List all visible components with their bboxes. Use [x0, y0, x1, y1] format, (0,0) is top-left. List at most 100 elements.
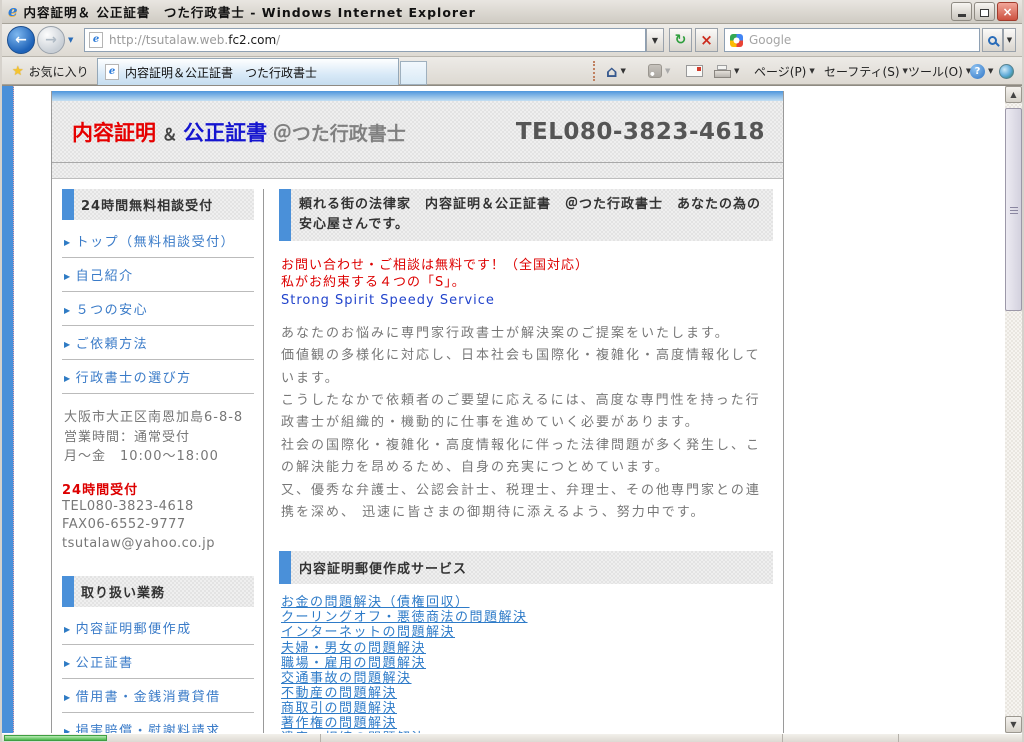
paragraph: あなたのお悩みに専門家行政書士が解決案のご提案をいたします。 [281, 323, 773, 345]
printer-icon [714, 65, 731, 78]
section-marker-icon [279, 551, 291, 584]
close-icon: × [1002, 5, 1012, 19]
sidebar-link-anshin[interactable]: ▶５つの安心 [62, 292, 254, 326]
title-bar: e 内容証明＆ 公正証書 つた行政書士 - Windows Internet E… [2, 0, 1022, 24]
page-menu-label: ページ(P) [754, 63, 806, 80]
address-bar[interactable]: e http://tsutalaw.web.fc2.com/ [84, 28, 646, 52]
statusbar-divider [320, 734, 321, 742]
four-s-slogan: Strong Spirit Speedy Service [281, 293, 773, 309]
rss-feed-icon [648, 64, 662, 78]
always-open-label: 24時間受付 [62, 479, 254, 498]
tools-menu-button[interactable]: ツール(O)▼ [908, 60, 971, 82]
arrow-icon: ▶ [64, 238, 72, 247]
scrollbar-grip-icon [1010, 207, 1018, 208]
minimize-button[interactable] [951, 2, 972, 21]
service-link-realestate[interactable]: 不動産の問題解決 [281, 686, 397, 701]
service-header: 内容証明郵便作成サービス [279, 551, 773, 584]
service-link-trade[interactable]: 商取引の問題解決 [281, 701, 397, 716]
intro-header: 頼れる街の法律家 内容証明＆公正証書 ＠つた行政書士 あなたの為の安心屋さんです… [279, 189, 773, 241]
print-button[interactable]: ▼ [714, 60, 739, 82]
service-link-couple[interactable]: 夫婦・男女の問題解決 [281, 641, 426, 656]
star-icon: ★ [12, 64, 24, 79]
home-icon: ⌂ [606, 62, 617, 81]
sidebar-link-irai[interactable]: ▶ご依頼方法 [62, 326, 254, 360]
google-icon [730, 34, 743, 47]
restore-icon [980, 9, 989, 17]
feeds-button[interactable]: ▼ [648, 60, 670, 82]
arrow-icon: ▶ [64, 693, 72, 702]
restore-button[interactable] [974, 2, 995, 21]
search-input[interactable]: Google [724, 28, 980, 52]
address-url[interactable]: http://tsutalaw.web.fc2.com/ [109, 33, 280, 47]
contact-email: tsutalaw@yahoo.co.jp [62, 535, 254, 554]
section-marker-icon [279, 189, 291, 241]
scroll-down-button[interactable]: ▼ [1005, 716, 1022, 733]
home-dropdown-icon[interactable]: ▼ [620, 67, 625, 75]
service-link-copyright[interactable]: 著作権の問題解決 [281, 716, 397, 731]
tab-bar: ★ お気に入り e 内容証明＆公正証書 つた行政書士 ⌂▼ ▼ ▼ ページ(P)… [2, 57, 1022, 85]
statusbar-divider [782, 734, 783, 742]
appeal-line2: 私がお約束する４つの「S」。 [281, 275, 773, 291]
contact-tel: TEL080-3823-4618 [62, 498, 254, 517]
browser-window: e 内容証明＆ 公正証書 つた行政書士 - Windows Internet E… [0, 0, 1024, 742]
help-dropdown-icon[interactable]: ▼ [988, 67, 993, 75]
sidebar-link-koseishosho[interactable]: ▶公正証書 [62, 645, 254, 679]
sidebar-link-profile[interactable]: ▶自己紹介 [62, 258, 254, 292]
address-dropdown-button[interactable]: ▼ [646, 28, 664, 52]
contact-info: TEL080-3823-4618 FAX06-6552-9777 tsutala… [62, 498, 254, 555]
close-button[interactable]: × [997, 2, 1018, 21]
ie-logo-icon: e [8, 4, 18, 19]
site-tel: TEL080-3823-4618 [516, 119, 765, 145]
service-link-coolingoff[interactable]: クーリングオフ・悪徳商法の問題解決 [281, 610, 528, 625]
service-link-internet[interactable]: インターネットの問題解決 [281, 625, 455, 640]
service-link-money[interactable]: お金の問題解決（債権回収） [281, 595, 470, 610]
service-link-workplace[interactable]: 職場・雇用の問題解決 [281, 656, 426, 671]
status-bar [2, 733, 1022, 742]
appeal-line1: お問い合わせ・ご相談は無料です！（全国対応） [281, 258, 773, 274]
messenger-button[interactable] [999, 60, 1014, 82]
arrow-icon: ▶ [64, 306, 72, 315]
sidebar-nav1: ▶トップ（無料相談受付） ▶自己紹介 ▶５つの安心 ▶ご依頼方法 ▶行政書士の選… [62, 224, 254, 394]
minimize-icon [958, 14, 966, 17]
paragraph: 又、優秀な弁護士、公認会計士、税理士、弁理士、その他専門家との連携を深め、 迅速… [281, 480, 773, 525]
site-title-gray: ＠つた行政書士 [273, 123, 406, 145]
search-button[interactable] [982, 28, 1003, 52]
back-button[interactable]: ← [7, 26, 35, 54]
globe-icon [999, 64, 1014, 79]
safety-menu-button[interactable]: セーフティ(S)▼ [824, 60, 908, 82]
sidebar-link-top[interactable]: ▶トップ（無料相談受付） [62, 224, 254, 258]
read-mail-button[interactable] [686, 60, 703, 82]
sidebar-link-erabikata[interactable]: ▶行政書士の選び方 [62, 360, 254, 394]
page-viewport: 内容証明 ＆ 公正証書 ＠つた行政書士 TEL080-3823-4618 24時… [2, 85, 1022, 733]
service-link-traffic[interactable]: 交通事故の問題解決 [281, 671, 412, 686]
commandbar-drag-handle[interactable] [593, 61, 596, 81]
forward-button[interactable]: → [37, 26, 65, 54]
active-tab[interactable]: e 内容証明＆公正証書 つた行政書士 [97, 58, 399, 85]
home-button[interactable]: ⌂▼ [606, 60, 626, 82]
sidebar-link-naiyoshomei[interactable]: ▶内容証明郵便作成 [62, 611, 254, 645]
sidebar-link-shakuyosho[interactable]: ▶借用書・金銭消費貸借 [62, 679, 254, 713]
scroll-up-button[interactable]: ▲ [1005, 86, 1022, 103]
vertical-scrollbar[interactable]: ▲ ▼ [1005, 86, 1022, 733]
stop-button[interactable]: × [695, 28, 718, 52]
intro-paragraphs: あなたのお悩みに専門家行政書士が解決案のご提案をいたします。 価値観の多様化に対… [281, 323, 773, 524]
page-column: 内容証明 ＆ 公正証書 ＠つた行政書士 TEL080-3823-4618 24時… [51, 91, 784, 733]
help-button[interactable]: ?▼ [970, 60, 993, 82]
section-marker-icon [62, 576, 74, 607]
refresh-button[interactable]: ↻ [669, 28, 692, 52]
forward-icon: → [45, 32, 57, 48]
search-dropdown-button[interactable]: ▼ [1003, 28, 1016, 52]
scrollbar-thumb[interactable] [1005, 108, 1022, 311]
sidebar-link-songaibaisho[interactable]: ▶損害賠償・慰謝料請求 [62, 713, 254, 733]
print-dropdown-icon[interactable]: ▼ [734, 67, 739, 75]
page-favicon-icon: e [89, 32, 103, 48]
history-dropdown-icon[interactable]: ▼ [68, 36, 73, 44]
favorites-button[interactable]: ★ お気に入り [6, 60, 95, 82]
help-icon: ? [970, 64, 985, 79]
contact-fax: FAX06-6552-9777 [62, 516, 254, 535]
page-menu-button[interactable]: ページ(P)▼ [754, 60, 815, 82]
new-tab-button[interactable] [400, 61, 427, 85]
arrow-icon: ▶ [64, 272, 72, 281]
sidebar-section2-header: 取り扱い業務 [62, 576, 254, 607]
tab-favicon-icon: e [105, 64, 119, 80]
